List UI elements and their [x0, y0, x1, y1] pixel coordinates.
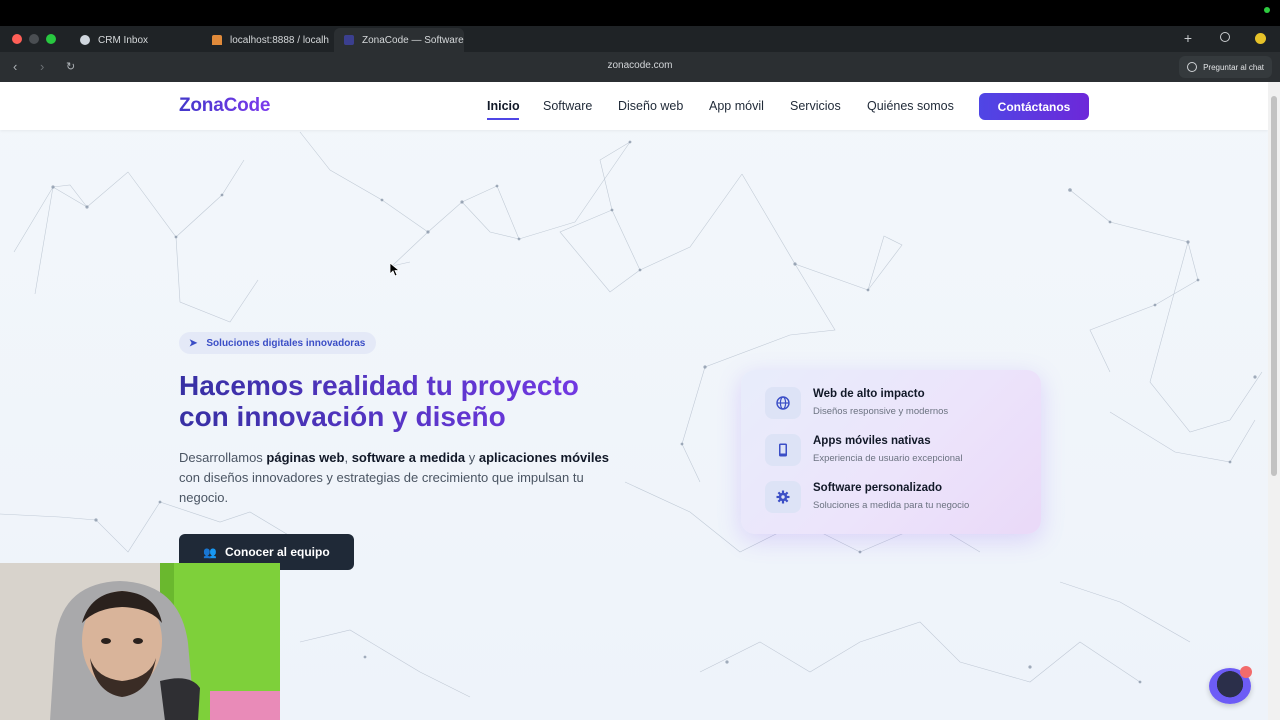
new-tab-icon[interactable]: +: [1184, 30, 1192, 46]
nav-inicio[interactable]: Inicio: [487, 99, 520, 113]
nav-quienes-somos[interactable]: Quiénes somos: [867, 99, 954, 113]
page-viewport: ZonaCode Inicio Software Diseño web App …: [0, 82, 1268, 720]
tab-crm-inbox[interactable]: CRM Inbox: [70, 28, 200, 52]
hero-title: Hacemos realidad tu proyecto con innovac…: [179, 370, 649, 432]
browser-chrome: CRM Inbox localhost:8888 / localh ZonaCo…: [0, 26, 1280, 82]
feature-title: Web de alto impacto: [813, 388, 925, 400]
tab-bar: CRM Inbox localhost:8888 / localh ZonaCo…: [0, 26, 1280, 52]
webcam-person-image: [0, 563, 280, 720]
profile-icon[interactable]: [1255, 33, 1266, 44]
hero-badge: ➤ Soluciones digitales innovadoras: [179, 332, 377, 354]
site-logo[interactable]: ZonaCode: [179, 95, 270, 117]
tab-label: ZonaCode — Software: [362, 34, 464, 46]
tab-localhost[interactable]: localhost:8888 / localh: [202, 28, 330, 52]
feature-title: Software personalizado: [813, 482, 943, 494]
feature-title: Apps móviles nativas: [813, 435, 931, 447]
nav-app-movil[interactable]: App móvil: [709, 99, 764, 113]
scrollbar-thumb[interactable]: [1271, 96, 1277, 476]
feature-subtitle: Diseños responsive y modernos: [813, 406, 949, 417]
desc-highlight-apps: aplicaciones móviles: [478, 450, 609, 465]
feature-web: Web de alto impacto Diseños responsive y…: [765, 387, 1025, 423]
phpmyadmin-favicon-icon: [212, 35, 222, 45]
close-window-button[interactable]: [12, 34, 22, 44]
feature-subtitle: Soluciones a medida para tu negocio: [813, 500, 970, 511]
zonacode-favicon-icon: [344, 35, 354, 45]
team-button-label: Conocer al equipo: [225, 545, 330, 559]
minimize-window-button[interactable]: [29, 34, 39, 44]
tab-zonacode[interactable]: ZonaCode — Software: [334, 28, 464, 52]
feature-software: Software personalizado Soluciones a medi…: [765, 481, 1025, 517]
ask-chat-label: Preguntar al chat: [1203, 62, 1264, 72]
desc-text: ,: [344, 450, 352, 465]
webcam-overlay: [0, 563, 280, 720]
status-indicator: [1264, 7, 1270, 13]
tab-label: localhost:8888 / localh: [230, 34, 329, 46]
hero-badge-label: Soluciones digitales innovadoras: [206, 337, 366, 349]
mobile-icon: [765, 434, 801, 466]
page-scrollbar[interactable]: [1268, 82, 1280, 720]
feature-subtitle: Experiencia de usuario excepcional: [813, 453, 963, 464]
feature-apps: Apps móviles nativas Experiencia de usua…: [765, 434, 1025, 470]
hero-description: Desarrollamos páginas web, software a me…: [179, 448, 619, 508]
crm-favicon-icon: [80, 35, 90, 45]
maximize-window-button[interactable]: [46, 34, 56, 44]
search-tabs-icon[interactable]: [1220, 32, 1230, 42]
users-icon: 👥: [203, 546, 217, 559]
hero-title-line2: con innovación y diseño: [179, 401, 506, 432]
nav-servicios[interactable]: Servicios: [790, 99, 841, 113]
globe-icon: [765, 387, 801, 419]
chat-icon: [1187, 62, 1198, 72]
desc-text: con diseños innovadores y estrategias de…: [179, 470, 584, 505]
site-header: ZonaCode Inicio Software Diseño web App …: [0, 82, 1268, 130]
nav-active-underline: [487, 118, 519, 120]
ask-chat-button[interactable]: Preguntar al chat: [1179, 56, 1272, 78]
nav-diseno-web[interactable]: Diseño web: [618, 99, 683, 113]
rocket-icon: ➤: [189, 337, 198, 349]
desc-highlight-web: páginas web: [266, 450, 345, 465]
url-field[interactable]: zonacode.com: [0, 60, 1280, 71]
os-top-bar: [0, 0, 1280, 26]
tab-label: CRM Inbox: [98, 34, 149, 46]
notification-badge: [1240, 666, 1252, 678]
mouse-cursor-icon: [390, 263, 400, 277]
contact-button[interactable]: Contáctanos: [979, 93, 1089, 120]
nav-software[interactable]: Software: [543, 99, 592, 113]
desc-text: y: [465, 450, 479, 465]
gear-icon: [765, 481, 801, 513]
desc-text: Desarrollamos: [179, 450, 267, 465]
features-card: Web de alto impacto Diseños responsive y…: [741, 370, 1041, 534]
address-bar-row: ‹ › ↻ zonacode.com Preguntar al chat: [0, 52, 1280, 82]
desc-highlight-software: software a medida: [351, 450, 466, 465]
hero-title-line1: Hacemos realidad tu proyecto: [179, 370, 579, 401]
